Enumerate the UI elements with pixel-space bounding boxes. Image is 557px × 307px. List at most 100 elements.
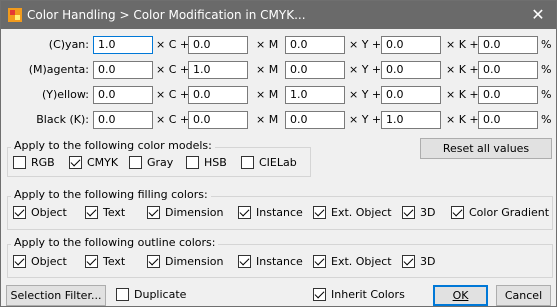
magenta-y-field[interactable]: 0.0 xyxy=(285,61,345,79)
op-k: × K + xyxy=(446,113,479,126)
checkbox-label: CIELab xyxy=(259,156,297,169)
checkbox-box[interactable] xyxy=(402,206,415,219)
checkbox-label: Dimension xyxy=(165,206,224,219)
filling-colors-legend: Apply to the following filling colors: xyxy=(11,188,211,201)
reset-all-values-button[interactable]: Reset all values xyxy=(420,138,552,159)
cyan-k-field[interactable]: 0.0 xyxy=(381,36,441,54)
checkbox-box[interactable] xyxy=(13,255,26,268)
checkbox-label: Dimension xyxy=(165,255,224,268)
close-icon[interactable]: ✕ xyxy=(528,5,548,25)
yellow-offset-field[interactable]: 0.0 xyxy=(478,86,538,104)
op-m: × M xyxy=(256,63,279,76)
checkbox-label: Text xyxy=(103,255,126,268)
outline-checkbox-ext-object[interactable]: Ext. Object xyxy=(313,255,392,268)
checkbox-box[interactable] xyxy=(69,156,82,169)
checkbox-gray[interactable]: Gray xyxy=(129,156,173,169)
magenta-offset-field[interactable]: 0.0 xyxy=(478,61,538,79)
fill-checkbox-text[interactable]: Text xyxy=(85,206,125,219)
outline-checkbox-dimension[interactable]: Dimension xyxy=(147,255,223,268)
checkbox-box[interactable] xyxy=(85,255,98,268)
black-k-field[interactable]: 1.0 xyxy=(381,111,441,129)
checkbox-cielab[interactable]: CIELab xyxy=(241,156,297,169)
op-m: × M xyxy=(256,113,279,126)
checkbox-label: Duplicate xyxy=(134,288,187,301)
yellow-y-field[interactable]: 1.0 xyxy=(285,86,345,104)
yellow-m-field[interactable]: 0.0 xyxy=(188,86,248,104)
fill-checkbox-dimension[interactable]: Dimension xyxy=(147,206,223,219)
checkbox-label: CMYK xyxy=(87,156,119,169)
row-label-cyan: (C)yan: xyxy=(48,38,89,51)
op-y: × Y + xyxy=(349,88,382,101)
fill-checkbox-ext-object[interactable]: Ext. Object xyxy=(313,206,392,219)
checkbox-box[interactable] xyxy=(313,255,326,268)
magenta-k-field[interactable]: 0.0 xyxy=(381,61,441,79)
outline-colors-legend: Apply to the following outline colors: xyxy=(11,236,219,249)
checkbox-label: Text xyxy=(103,206,126,219)
checkbox-rgb[interactable]: RGB xyxy=(13,156,55,169)
op-k: × K + xyxy=(446,63,479,76)
cyan-y-field[interactable]: 0.0 xyxy=(285,36,345,54)
window-title: Color Handling > Color Modification in C… xyxy=(27,8,306,22)
checkbox-box[interactable] xyxy=(238,255,251,268)
op-k: × K + xyxy=(446,38,479,51)
ok-button-label: OK xyxy=(452,289,469,302)
black-c-field[interactable]: 0.0 xyxy=(93,111,153,129)
cancel-button[interactable]: Cancel xyxy=(496,285,551,306)
black-y-field[interactable]: 0.0 xyxy=(285,111,345,129)
magenta-m-field[interactable]: 1.0 xyxy=(188,61,248,79)
checkbox-box[interactable] xyxy=(238,206,251,219)
fill-checkbox-object[interactable]: Object xyxy=(13,206,67,219)
outline-checkbox-instance[interactable]: Instance xyxy=(238,255,303,268)
op-pct: % xyxy=(541,63,552,76)
fill-checkbox-3d[interactable]: 3D xyxy=(402,206,435,219)
op-c: × C + xyxy=(156,38,190,51)
yellow-c-field[interactable]: 0.0 xyxy=(93,86,153,104)
black-m-field[interactable]: 0.0 xyxy=(188,111,248,129)
checkbox-cmyk[interactable]: CMYK xyxy=(69,156,118,169)
row-label-yellow: (Y)ellow: xyxy=(41,88,89,101)
cyan-m-field[interactable]: 0.0 xyxy=(188,36,248,54)
fill-checkbox-color-gradient[interactable]: Color Gradient xyxy=(451,206,549,219)
op-pct: % xyxy=(541,38,552,51)
outline-checkbox-text[interactable]: Text xyxy=(85,255,125,268)
checkbox-box[interactable] xyxy=(313,288,326,301)
checkbox-label: Instance xyxy=(256,206,303,219)
checkbox-box[interactable] xyxy=(241,156,254,169)
checkbox-label: HSB xyxy=(204,156,227,169)
selection-filter-button[interactable]: Selection Filter... xyxy=(6,285,106,306)
checkbox-box[interactable] xyxy=(13,156,26,169)
outline-checkbox-3d[interactable]: 3D xyxy=(402,255,435,268)
checkbox-box[interactable] xyxy=(147,206,160,219)
yellow-k-field[interactable]: 0.0 xyxy=(381,86,441,104)
outline-checkbox-object[interactable]: Object xyxy=(13,255,67,268)
op-m: × M xyxy=(256,88,279,101)
checkbox-hsb[interactable]: HSB xyxy=(186,156,227,169)
checkbox-box[interactable] xyxy=(402,255,415,268)
checkbox-box[interactable] xyxy=(313,206,326,219)
duplicate-checkbox[interactable]: Duplicate xyxy=(116,288,186,301)
inherit-colors-checkbox[interactable]: Inherit Colors xyxy=(313,288,405,301)
ok-button[interactable]: OK xyxy=(433,285,488,306)
cyan-c-field[interactable]: 1.0 xyxy=(93,36,153,54)
checkbox-box[interactable] xyxy=(129,156,142,169)
op-m: × M xyxy=(256,38,279,51)
checkbox-box[interactable] xyxy=(116,288,129,301)
cyan-offset-field[interactable]: 0.0 xyxy=(478,36,538,54)
fill-checkbox-instance[interactable]: Instance xyxy=(238,206,303,219)
checkbox-label: Instance xyxy=(256,255,303,268)
op-k: × K + xyxy=(446,88,479,101)
checkbox-box[interactable] xyxy=(186,156,199,169)
color-models-legend: Apply to the following color models: xyxy=(11,139,215,152)
op-pct: % xyxy=(541,88,552,101)
checkbox-label: Ext. Object xyxy=(331,206,392,219)
checkbox-box[interactable] xyxy=(451,206,464,219)
checkbox-label: Gray xyxy=(147,156,174,169)
checkbox-label: RGB xyxy=(31,156,55,169)
checkbox-box[interactable] xyxy=(85,206,98,219)
black-offset-field[interactable]: 0.0 xyxy=(478,111,538,129)
checkbox-label: Ext. Object xyxy=(331,255,392,268)
checkbox-box[interactable] xyxy=(147,255,160,268)
checkbox-box[interactable] xyxy=(13,206,26,219)
checkbox-label: Object xyxy=(31,255,67,268)
magenta-c-field[interactable]: 0.0 xyxy=(93,61,153,79)
